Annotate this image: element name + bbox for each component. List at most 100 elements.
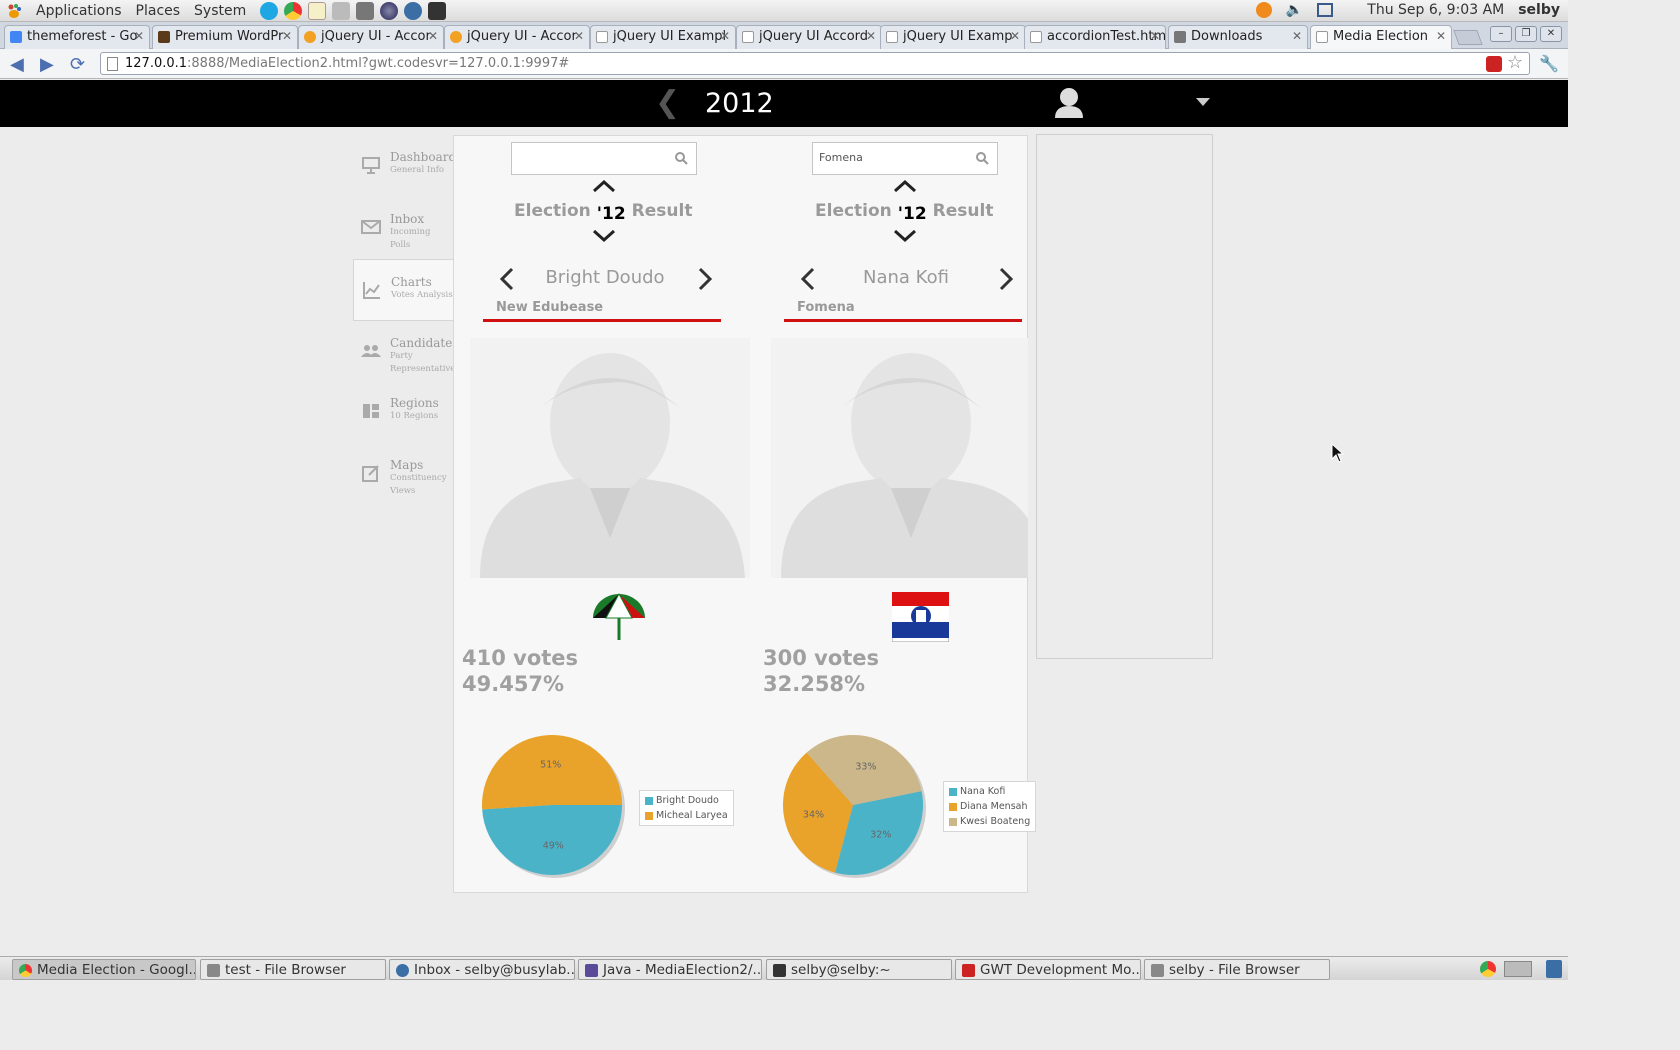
sidebar-nav: Dashboard General Info Inbox Incoming Po… [353, 135, 460, 505]
google-favicon-icon [10, 31, 22, 43]
update-notifier-icon[interactable] [1255, 2, 1272, 18]
new-tab-button[interactable] [1453, 30, 1483, 45]
sidebar-item-maps[interactable]: Maps Constituency Views [353, 443, 453, 505]
bookmark-star-icon[interactable]: ☆ [1507, 52, 1523, 73]
terminal-launcher-icon[interactable] [428, 1, 447, 20]
browser-tab[interactable]: jQuery UI Accord ✕ [736, 25, 882, 49]
close-tab-icon[interactable]: ✕ [428, 29, 438, 43]
chrome-tray-icon[interactable] [1480, 961, 1496, 977]
close-tab-icon[interactable]: ✕ [1436, 29, 1446, 43]
taskbar-item-label: test - File Browser [225, 962, 346, 978]
sidebar-item-dashboard[interactable]: Dashboard General Info [353, 135, 456, 197]
search-icon[interactable] [975, 151, 989, 165]
previous-candidate-chevron-icon[interactable] [499, 267, 515, 291]
browser-tab[interactable]: jQuery UI - Accor ✕ [298, 25, 444, 49]
system-top-panel: Applications Places System 🔈 Thu Sep 6, … [0, 0, 1568, 22]
browser-tab[interactable]: jQuery UI Exampl ✕ [590, 25, 736, 49]
user-dropdown-caret-icon[interactable] [1196, 98, 1210, 106]
sidebar-item-sub: 10 Regions [390, 411, 439, 421]
forward-arrow-icon[interactable]: ▶ [40, 54, 54, 75]
close-tab-icon[interactable]: ✕ [866, 29, 876, 43]
taskbar-item[interactable]: Inbox - selby@busylab... [389, 959, 575, 980]
candidate-name: Bright Doudo [545, 267, 665, 288]
minimize-button[interactable]: – [1490, 26, 1512, 42]
constituency-name: Fomena [797, 300, 855, 315]
vote-count: 410 votes [462, 646, 579, 670]
browser-tab[interactable]: themeforest - Go ✕ [4, 25, 150, 49]
user-avatar-icon[interactable] [1054, 86, 1084, 118]
search-icon[interactable] [674, 151, 688, 165]
sidebar-item-regions[interactable]: Regions 10 Regions [353, 381, 453, 443]
taskbar-item[interactable]: selby@selby:~ [766, 959, 952, 980]
close-tab-icon[interactable]: ✕ [282, 29, 292, 43]
network-icon[interactable] [1317, 3, 1334, 17]
taskbar-item[interactable]: selby - File Browser [1144, 959, 1330, 980]
close-tab-icon[interactable]: ✕ [1292, 29, 1302, 43]
result-word: Result [932, 201, 994, 221]
sidebar-item-sub: Party Representatives [390, 351, 460, 374]
previous-year-chevron-icon[interactable]: ❮ [655, 85, 680, 120]
calculator-launcher-icon[interactable] [356, 1, 375, 20]
eclipse-launcher-icon[interactable] [380, 1, 399, 20]
screenshot-launcher-icon[interactable] [332, 1, 351, 20]
close-tab-icon[interactable]: ✕ [1150, 29, 1160, 43]
url-input[interactable]: 127.0.0.1:8888/MediaElection2.html?gwt.c… [100, 52, 1530, 75]
gwt-extension-icon[interactable] [1486, 56, 1502, 72]
thunderbird-launcher-icon[interactable] [404, 1, 423, 20]
trash-icon[interactable] [1546, 960, 1562, 978]
legend-swatch [949, 787, 957, 796]
vote-count: 300 votes [763, 646, 880, 670]
volume-icon[interactable]: 🔈 [1286, 2, 1303, 18]
pie-legend: Nana Kofi Diana Mensah Kwesi Boateng [943, 781, 1037, 832]
close-tab-icon[interactable]: ✕ [720, 29, 730, 43]
browser-tab[interactable]: Premium WordPr ✕ [152, 25, 298, 49]
text-editor-launcher-icon[interactable] [308, 1, 327, 20]
chevron-up-icon[interactable] [592, 179, 616, 193]
close-tab-icon[interactable]: ✕ [134, 29, 144, 43]
browser-tab[interactable]: jQuery UI Examp ✕ [880, 25, 1026, 49]
menu-applications[interactable]: Applications [36, 3, 122, 19]
next-candidate-chevron-icon[interactable] [697, 267, 713, 291]
close-window-button[interactable]: ✕ [1540, 26, 1562, 42]
close-tab-icon[interactable]: ✕ [1010, 29, 1020, 43]
constituency-search-input[interactable]: Fomena [812, 142, 998, 175]
skype-launcher-icon[interactable] [260, 1, 279, 20]
constituency-search-input[interactable] [511, 142, 697, 175]
taskbar-item[interactable]: Media Election - Googl... [12, 959, 196, 980]
tab-title: Premium WordPr [175, 29, 284, 44]
browser-tab[interactable]: accordionTest.htm ✕ [1024, 25, 1166, 49]
wrench-icon[interactable]: 🔧 [1539, 54, 1559, 73]
browser-toolbar: ◀ ▶ ⟳ 127.0.0.1:8888/MediaElection2.html… [0, 49, 1568, 79]
workspace-switcher-1[interactable] [1504, 961, 1532, 977]
menu-places[interactable]: Places [136, 3, 181, 19]
chrome-launcher-icon[interactable] [284, 1, 303, 20]
legend-label: Nana Kofi [960, 786, 1006, 797]
taskbar-item[interactable]: Java - MediaElection2/... [578, 959, 762, 980]
user-menu[interactable]: selby [1518, 2, 1560, 18]
pie-slice[interactable] [482, 734, 622, 810]
browser-tab-active[interactable]: Media Election ✕ [1310, 25, 1452, 49]
browser-tab[interactable]: Downloads ✕ [1168, 25, 1308, 49]
taskbar-item[interactable]: test - File Browser [200, 959, 386, 980]
chevron-down-icon[interactable] [893, 229, 917, 243]
next-candidate-chevron-icon[interactable] [998, 267, 1014, 291]
candidate-column-left: Election '12 Result Bright Doudo New Edube… [454, 136, 750, 892]
clock[interactable]: Thu Sep 6, 9:03 AM [1367, 2, 1504, 18]
previous-candidate-chevron-icon[interactable] [800, 267, 816, 291]
browser-tab[interactable]: jQuery UI - Accor ✕ [444, 25, 590, 49]
sidebar-item-inbox[interactable]: Inbox Incoming Polls [353, 197, 453, 259]
back-arrow-icon[interactable]: ◀ [10, 54, 24, 75]
sidebar-item-charts[interactable]: Charts Votes Analysis [353, 259, 453, 321]
election-word: Election [514, 201, 591, 221]
chevron-down-icon[interactable] [592, 229, 616, 243]
close-tab-icon[interactable]: ✕ [574, 29, 584, 43]
sidebar-item-candidates[interactable]: Candidates Party Representatives [353, 321, 460, 381]
legend-item: Bright Doudo [645, 793, 728, 808]
taskbar-item[interactable]: GWT Development Mo... [955, 959, 1141, 980]
tab-title: jQuery UI Exampl [613, 29, 727, 44]
reload-icon[interactable]: ⟳ [70, 54, 85, 75]
menu-system[interactable]: System [194, 3, 246, 19]
chevron-up-icon[interactable] [893, 179, 917, 193]
pie-slice-label: 51% [540, 759, 561, 770]
maximize-button[interactable]: ❐ [1515, 26, 1537, 42]
